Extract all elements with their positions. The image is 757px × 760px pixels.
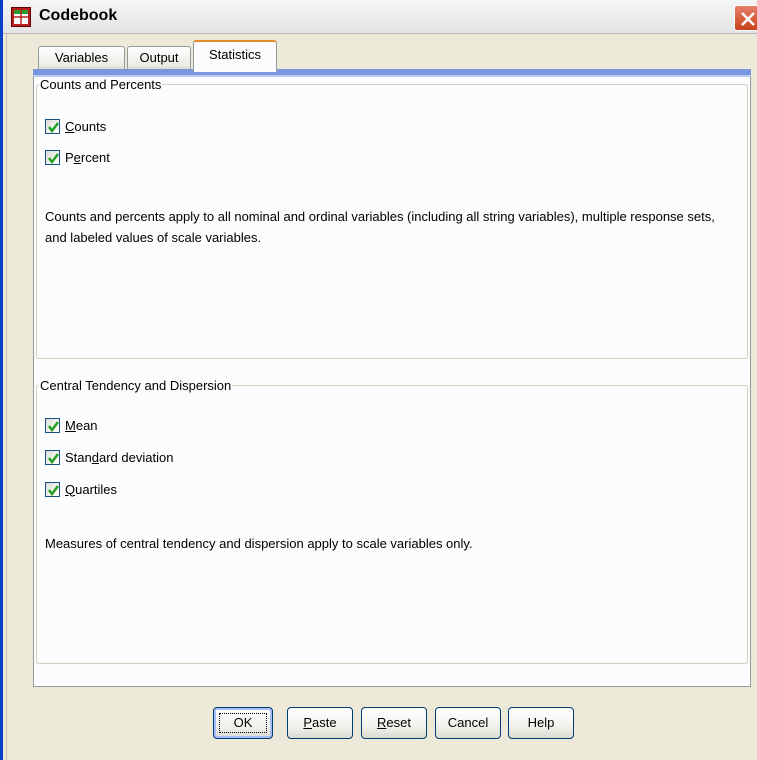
codebook-app-icon [11,7,31,27]
tab-statistics[interactable]: Statistics [193,40,277,72]
close-button[interactable] [734,5,757,31]
ok-button[interactable]: OK [213,707,273,739]
checkbox-box[interactable] [45,449,60,465]
percent-checkbox[interactable]: Percent [45,147,110,167]
counts-checkbox[interactable]: Counts [45,116,106,136]
codebook-dialog: Codebook Variables Output Statistics Cou… [0,0,757,760]
focus-rectangle [219,713,267,733]
check-mark-icon [48,152,59,164]
central-tendency-group: Central Tendency and Dispersion Mean Sta… [36,378,748,664]
button-label: Cancel [447,715,489,730]
button-label: Paste [303,715,337,730]
standard-deviation-checkbox[interactable]: Standard deviation [45,447,173,467]
checkbox-box[interactable] [45,149,60,165]
tab-label: Statistics [208,47,261,62]
counts-percents-group: Counts and Percents Counts Percent Count… [36,77,748,359]
help-button[interactable]: Help [508,707,574,739]
checkbox-label: Quartiles [65,481,118,497]
checkbox-box[interactable] [45,481,60,497]
quartiles-checkbox[interactable]: Quartiles [45,479,117,499]
group-legend: Counts and Percents [40,77,162,92]
dialog-button-row: OK Paste Reset Cancel Help [3,707,757,739]
checkbox-label: Standard deviation [65,449,174,465]
checkbox-label: Counts [65,118,107,134]
statistics-panel: Counts and Percents Counts Percent Count… [33,77,751,687]
mean-checkbox[interactable]: Mean [45,415,98,435]
counts-percents-description: Counts and percents apply to all nominal… [45,209,715,245]
button-label: Reset [377,715,411,730]
tab-label: Variables [54,50,109,65]
cancel-button[interactable]: Cancel [435,707,501,739]
title-bar[interactable]: Codebook [3,0,757,34]
button-label: Help [527,715,555,730]
tab-label: Output [139,50,179,65]
tab-variables[interactable]: Variables [38,46,125,70]
checkbox-label: Mean [65,417,98,433]
check-mark-icon [48,121,59,133]
reset-button[interactable]: Reset [361,707,427,739]
window-title: Codebook [39,7,118,24]
group-legend: Central Tendency and Dispersion [40,378,232,393]
checkbox-box[interactable] [45,118,60,134]
central-tendency-description: Measures of central tendency and dispers… [45,536,473,551]
checkbox-box[interactable] [45,417,60,433]
tab-output[interactable]: Output [127,46,191,70]
paste-button[interactable]: Paste [287,707,353,739]
tab-divider-light [33,75,751,77]
close-icon [741,12,755,26]
check-mark-icon [48,420,59,432]
checkbox-label: Percent [65,149,110,165]
check-mark-icon [48,452,59,464]
check-mark-icon [48,484,59,496]
